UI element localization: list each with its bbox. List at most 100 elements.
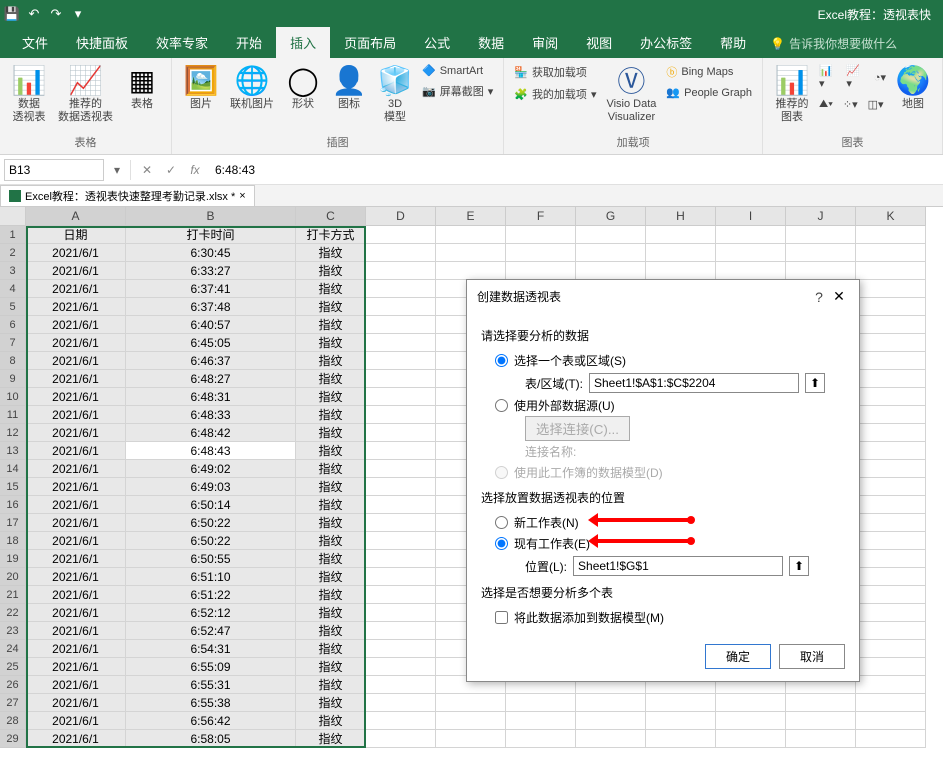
cell[interactable]: 2021/6/1 (26, 406, 126, 424)
row-header[interactable]: 14 (0, 460, 26, 478)
cell[interactable] (366, 622, 436, 640)
radio-external[interactable]: 使用外部数据源(U) (481, 395, 845, 416)
cell[interactable]: 6:40:57 (126, 316, 296, 334)
cell[interactable]: 2021/6/1 (26, 442, 126, 460)
cell[interactable]: 指纹 (296, 406, 366, 424)
cell[interactable]: 2021/6/1 (26, 244, 126, 262)
shapes-button[interactable]: ◯形状 (282, 62, 324, 113)
cell[interactable] (506, 730, 576, 748)
cell[interactable] (856, 262, 926, 280)
cell[interactable]: 6:52:47 (126, 622, 296, 640)
cell[interactable] (366, 496, 436, 514)
cell[interactable] (646, 730, 716, 748)
check-model-input[interactable] (495, 611, 508, 624)
cell[interactable] (716, 730, 786, 748)
name-box-dropdown[interactable]: ▾ (108, 163, 126, 177)
cell[interactable]: 2021/6/1 (26, 514, 126, 532)
get-addins-button[interactable]: 🏪获取加载项 (512, 62, 598, 82)
cell[interactable]: 2021/6/1 (26, 424, 126, 442)
cell[interactable] (856, 316, 926, 334)
online-picture-button[interactable]: 🌐联机图片 (226, 62, 278, 113)
col-header[interactable]: K (856, 207, 926, 226)
tab-pagelayout[interactable]: 页面布局 (330, 27, 410, 58)
cell[interactable] (366, 298, 436, 316)
workbook-tab[interactable]: Excel教程：透视表快速整理考勤记录.xlsx * × (0, 185, 255, 206)
cell[interactable]: 指纹 (296, 316, 366, 334)
cell[interactable] (856, 496, 926, 514)
radio-existing-sheet[interactable]: 现有工作表(E) (481, 533, 845, 554)
cell[interactable] (856, 298, 926, 316)
col-header[interactable]: G (576, 207, 646, 226)
cell[interactable] (366, 424, 436, 442)
cell[interactable] (856, 568, 926, 586)
cell[interactable]: 2021/6/1 (26, 712, 126, 730)
cell[interactable]: 6:49:03 (126, 478, 296, 496)
cell[interactable]: 指纹 (296, 424, 366, 442)
cell[interactable]: 指纹 (296, 478, 366, 496)
cell[interactable]: 6:33:27 (126, 262, 296, 280)
cell[interactable] (436, 712, 506, 730)
cell[interactable]: 6:55:38 (126, 694, 296, 712)
cell[interactable]: 指纹 (296, 352, 366, 370)
row-header[interactable]: 25 (0, 658, 26, 676)
redo-icon[interactable]: ↷ (48, 6, 64, 22)
row-header[interactable]: 1 (0, 226, 26, 244)
tab-formulas[interactable]: 公式 (410, 27, 464, 58)
cell[interactable] (366, 730, 436, 748)
cell[interactable] (366, 658, 436, 676)
cell[interactable] (576, 226, 646, 244)
cell[interactable] (366, 406, 436, 424)
cell[interactable]: 2021/6/1 (26, 298, 126, 316)
cell[interactable]: 6:51:22 (126, 586, 296, 604)
screenshot-button[interactable]: 📷屏幕截图▾ (420, 81, 495, 101)
cell[interactable]: 6:37:48 (126, 298, 296, 316)
visio-button[interactable]: ⓋVisio Data Visualizer (602, 62, 660, 126)
col-header[interactable]: E (436, 207, 506, 226)
cell[interactable]: 6:37:41 (126, 280, 296, 298)
cell[interactable]: 指纹 (296, 280, 366, 298)
tell-me-box[interactable]: 💡 告诉我你想要做什么 (760, 29, 907, 58)
name-box[interactable]: B13 (4, 159, 104, 181)
row-header[interactable]: 12 (0, 424, 26, 442)
cell[interactable]: 6:50:22 (126, 514, 296, 532)
cell[interactable] (506, 244, 576, 262)
row-header[interactable]: 10 (0, 388, 26, 406)
help-icon[interactable]: ? (809, 289, 829, 305)
row-header[interactable]: 13 (0, 442, 26, 460)
cell[interactable]: 2021/6/1 (26, 694, 126, 712)
line-chart-icon[interactable]: 📈▾ (844, 62, 865, 92)
cell[interactable]: 指纹 (296, 460, 366, 478)
cell[interactable] (856, 514, 926, 532)
surface-chart-icon[interactable]: ◫▾ (866, 96, 886, 113)
row-header[interactable]: 17 (0, 514, 26, 532)
cell[interactable] (366, 370, 436, 388)
cell[interactable]: 6:30:45 (126, 244, 296, 262)
cell[interactable]: 6:46:37 (126, 352, 296, 370)
range-input[interactable] (589, 373, 799, 393)
cell[interactable]: 6:56:42 (126, 712, 296, 730)
cell[interactable] (786, 226, 856, 244)
cell[interactable]: 指纹 (296, 604, 366, 622)
undo-icon[interactable]: ↶ (26, 6, 42, 22)
my-addins-button[interactable]: 🧩我的加载项▾ (512, 84, 598, 104)
cell[interactable]: 2021/6/1 (26, 640, 126, 658)
cell[interactable]: 2021/6/1 (26, 604, 126, 622)
cell[interactable] (856, 226, 926, 244)
cell[interactable] (576, 694, 646, 712)
cell[interactable]: 指纹 (296, 370, 366, 388)
cell[interactable] (646, 244, 716, 262)
cell[interactable] (506, 226, 576, 244)
cell[interactable]: 2021/6/1 (26, 550, 126, 568)
cell[interactable] (366, 640, 436, 658)
cell[interactable] (366, 694, 436, 712)
cell[interactable] (366, 334, 436, 352)
radio-existing-input[interactable] (495, 537, 508, 550)
cell[interactable] (576, 730, 646, 748)
row-header[interactable]: 26 (0, 676, 26, 694)
col-header[interactable]: B (126, 207, 296, 226)
cell[interactable] (856, 352, 926, 370)
row-header[interactable]: 16 (0, 496, 26, 514)
cell[interactable]: 6:48:42 (126, 424, 296, 442)
cell[interactable] (366, 514, 436, 532)
cancel-formula-icon[interactable]: ✕ (135, 163, 159, 177)
